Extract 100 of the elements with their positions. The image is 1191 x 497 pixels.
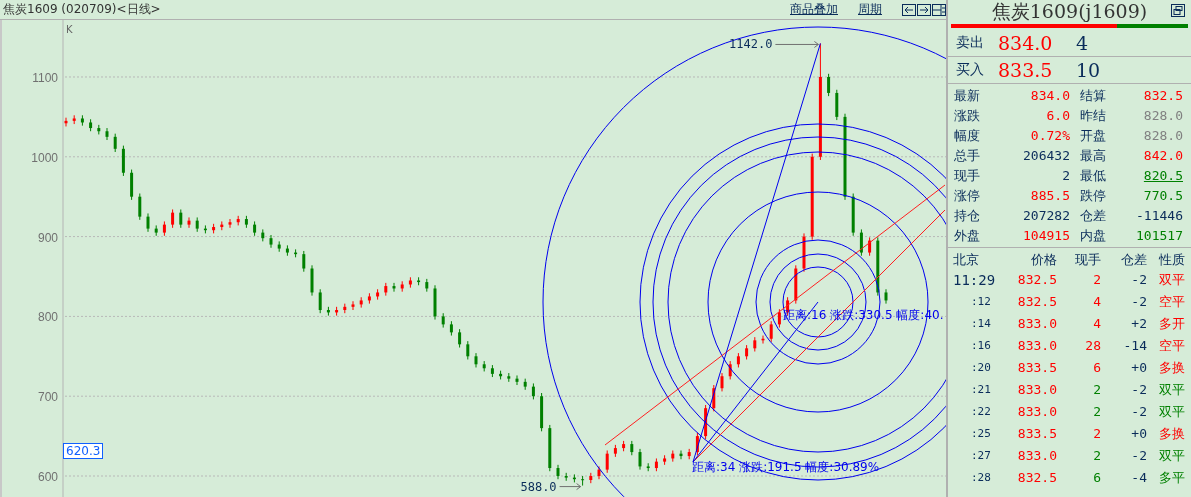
candlestick bbox=[121, 145, 125, 177]
candlestick bbox=[663, 454, 667, 466]
open-interest-change: -2 bbox=[1130, 381, 1147, 399]
candlestick bbox=[277, 240, 281, 253]
candlestick bbox=[335, 306, 339, 317]
stat-label: 涨跌 bbox=[954, 107, 981, 125]
open-interest-change: -2 bbox=[1130, 447, 1147, 465]
tick-volume: 6 bbox=[1092, 359, 1101, 377]
candlestick bbox=[326, 306, 330, 317]
column-header: 仓差 bbox=[1120, 251, 1147, 269]
tick-nature: 双平 bbox=[1158, 403, 1185, 421]
candlestick bbox=[482, 360, 486, 372]
open-interest-change: -2 bbox=[1130, 293, 1147, 311]
candlestick bbox=[556, 464, 560, 480]
candlestick bbox=[712, 384, 716, 412]
tick-volume: 2 bbox=[1092, 425, 1101, 443]
tick-volume: 28 bbox=[1084, 337, 1101, 355]
candlestick bbox=[171, 208, 175, 229]
candlestick bbox=[736, 352, 740, 368]
candlestick bbox=[212, 223, 216, 234]
toolbar-link[interactable]: 商品叠加 bbox=[790, 1, 838, 18]
candlestick bbox=[146, 212, 150, 233]
tick-price: 832.5 bbox=[1016, 469, 1057, 487]
stat-label: 外盘 bbox=[954, 227, 981, 245]
stat-value: 828.0 bbox=[1142, 107, 1183, 125]
cursor-price-label: 620.3 bbox=[63, 443, 104, 459]
stat-label: 跌停 bbox=[1079, 187, 1107, 205]
axis-tick-label: 1100 bbox=[32, 71, 58, 85]
candlestick bbox=[130, 169, 134, 201]
open-interest-change: -14 bbox=[1122, 337, 1147, 355]
candlestick bbox=[376, 288, 380, 301]
candlestick bbox=[80, 114, 84, 127]
stat-value: 6.0 bbox=[1045, 107, 1070, 125]
stat-value: 820.5 bbox=[1142, 167, 1183, 185]
candlestick bbox=[515, 374, 519, 386]
stat-value: 207282 bbox=[1022, 207, 1070, 225]
tick-nature: 多开 bbox=[1158, 315, 1185, 333]
candlestick bbox=[851, 193, 855, 237]
candlestick bbox=[827, 73, 831, 97]
candlestick bbox=[794, 264, 798, 305]
tick-price: 833.0 bbox=[1016, 381, 1057, 399]
candlestick bbox=[679, 449, 683, 460]
tick-nature: 双平 bbox=[1158, 271, 1185, 289]
candlestick bbox=[745, 344, 749, 360]
stat-label: 仓差 bbox=[1079, 207, 1107, 225]
candlestick bbox=[876, 236, 880, 297]
left-arrow-icon[interactable] bbox=[902, 3, 916, 16]
order-price: 833.5 bbox=[998, 59, 1054, 81]
candlestick bbox=[97, 124, 101, 135]
candlestick bbox=[540, 392, 544, 432]
candlestick bbox=[646, 462, 650, 472]
candlestick bbox=[72, 114, 76, 125]
layout-icon[interactable] bbox=[932, 3, 946, 16]
stat-label: 昨结 bbox=[1079, 107, 1107, 125]
chart-title: K bbox=[66, 24, 73, 35]
candlestick bbox=[64, 117, 68, 127]
stat-value: 101517 bbox=[1135, 227, 1183, 245]
candlestick bbox=[777, 308, 781, 329]
tick-volume: 2 bbox=[1092, 447, 1101, 465]
tick-time: :21 bbox=[970, 382, 992, 398]
candlestick bbox=[236, 215, 240, 226]
candlestick bbox=[113, 133, 117, 153]
axis-tick-label: 800 bbox=[37, 310, 58, 325]
tick-price: 832.5 bbox=[1016, 293, 1057, 311]
axis-tick-label: 1000 bbox=[31, 150, 58, 165]
candlestick bbox=[458, 328, 462, 348]
tick-time: :20 bbox=[970, 360, 992, 376]
candlestick bbox=[417, 276, 421, 286]
candlestick bbox=[351, 300, 355, 311]
toolbar-link[interactable]: 周期 bbox=[858, 1, 882, 18]
candlestick bbox=[490, 364, 494, 378]
stat-value: 842.0 bbox=[1142, 147, 1183, 165]
stat-value: 828.0 bbox=[1142, 127, 1183, 145]
low-price-label: 588.0 bbox=[520, 479, 557, 494]
tick-price: 832.5 bbox=[1016, 271, 1057, 289]
high-price-label: 1142.0 bbox=[729, 37, 773, 52]
candlestick bbox=[728, 360, 732, 380]
restore-icon[interactable] bbox=[1171, 4, 1185, 17]
axis-tick-label: 600 bbox=[37, 470, 58, 484]
candlestick bbox=[687, 448, 691, 460]
stat-label: 结算 bbox=[1079, 87, 1107, 105]
order-label: 买入 bbox=[956, 61, 985, 79]
axis-tick-label: 700 bbox=[37, 390, 58, 405]
candlestick bbox=[89, 118, 93, 132]
candlestick bbox=[195, 216, 199, 233]
candlestick bbox=[359, 296, 363, 309]
candlestick bbox=[269, 234, 273, 249]
order-price: 834.0 bbox=[998, 32, 1054, 54]
candlestick bbox=[253, 220, 257, 237]
right-arrow-icon[interactable] bbox=[917, 3, 931, 16]
candlestick bbox=[523, 378, 527, 391]
candlestick bbox=[769, 320, 773, 343]
candlestick bbox=[531, 382, 535, 400]
candlestick bbox=[302, 250, 306, 273]
candlestick bbox=[597, 465, 601, 480]
stat-value: 885.5 bbox=[1029, 187, 1070, 205]
candlestick bbox=[203, 224, 207, 234]
candlestick bbox=[449, 320, 453, 337]
arrow-icon bbox=[559, 483, 582, 491]
candlestick bbox=[802, 232, 806, 273]
